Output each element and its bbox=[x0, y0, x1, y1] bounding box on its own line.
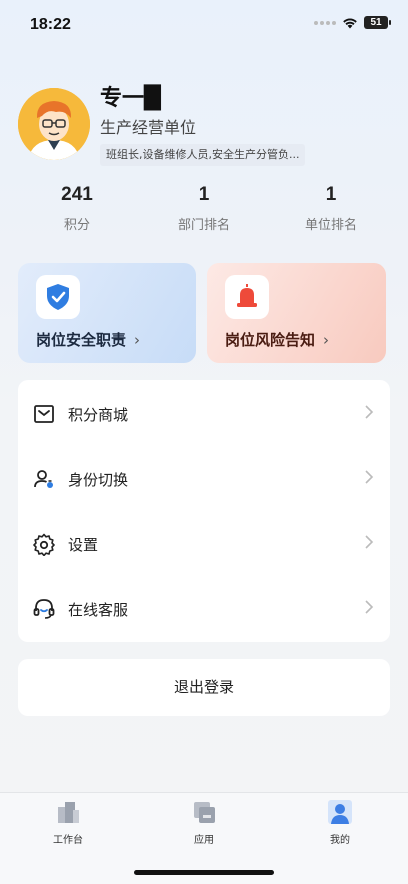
stat-value: 1 bbox=[325, 184, 337, 205]
menu-list: 积分商城 身份切换 设置 在线客服 bbox=[18, 380, 390, 642]
role-tags: 班组长,设备维修人员,安全生产分管负... bbox=[100, 144, 306, 166]
headset-icon bbox=[33, 599, 55, 619]
logout-button[interactable]: 退出登录 bbox=[18, 659, 390, 716]
stat-unit-rank[interactable]: 1 单位排名 bbox=[271, 180, 391, 233]
menu-item-label: 在线客服 bbox=[68, 601, 129, 619]
menu-item-customer-service[interactable]: 在线客服 bbox=[18, 577, 390, 642]
profile-icon bbox=[328, 800, 352, 824]
status-bar: 18:22 51 bbox=[0, 0, 408, 48]
tab-label: 我的 bbox=[330, 835, 350, 846]
chevron-right-icon bbox=[365, 405, 374, 419]
menu-item-label: 身份切换 bbox=[68, 471, 129, 489]
risk-notice-label: 岗位风险告知 › bbox=[225, 329, 329, 350]
stats-row: 241 积分 1 部门排名 1 单位排名 bbox=[0, 180, 408, 240]
stat-label: 单位排名 bbox=[304, 218, 357, 233]
chevron-right-icon bbox=[365, 535, 374, 549]
tab-label: 工作台 bbox=[53, 835, 83, 846]
safety-duty-card[interactable]: 岗位安全职责 › bbox=[18, 263, 196, 363]
tab-workbench[interactable]: 工作台 bbox=[28, 799, 108, 846]
organization-name: 生产经营单位 bbox=[100, 118, 197, 137]
user-switch-icon bbox=[34, 470, 53, 488]
menu-item-points-mall[interactable]: 积分商城 bbox=[18, 382, 390, 447]
battery-icon: 51 bbox=[364, 16, 391, 29]
menu-item-identity-switch[interactable]: 身份切换 bbox=[18, 447, 390, 512]
home-indicator bbox=[134, 870, 274, 875]
avatar[interactable] bbox=[18, 88, 90, 160]
tab-mine[interactable]: 我的 bbox=[300, 799, 380, 846]
safety-duty-label: 岗位安全职责 › bbox=[36, 329, 140, 350]
gear-icon bbox=[33, 533, 55, 556]
chevron-right-icon: › bbox=[134, 331, 141, 349]
status-icons: 51 bbox=[314, 16, 391, 29]
risk-notice-card[interactable]: 岗位风险告知 › bbox=[207, 263, 386, 363]
profile-header: 专一█ 生产经营单位 班组长,设备维修人员,安全生产分管负... bbox=[18, 80, 390, 170]
chevron-right-icon bbox=[365, 600, 374, 614]
chevron-right-icon bbox=[365, 470, 374, 484]
stat-department-rank[interactable]: 1 部门排名 bbox=[144, 180, 264, 233]
wifi-icon bbox=[343, 17, 357, 28]
shield-check-icon bbox=[36, 275, 80, 319]
apps-icon bbox=[194, 802, 215, 823]
workbench-icon bbox=[58, 802, 79, 823]
chevron-right-icon: › bbox=[323, 331, 330, 349]
menu-item-label: 设置 bbox=[68, 536, 99, 554]
mall-icon bbox=[34, 405, 54, 423]
stat-points[interactable]: 241 积分 bbox=[17, 180, 137, 233]
safety-duty-text: 岗位安全职责 bbox=[36, 331, 127, 349]
menu-item-settings[interactable]: 设置 bbox=[18, 512, 390, 577]
signal-icon bbox=[314, 20, 336, 25]
stat-value: 241 bbox=[61, 184, 93, 205]
stat-label: 积分 bbox=[63, 218, 90, 233]
user-name: 专一█ bbox=[100, 86, 161, 111]
avatar-illustration-icon bbox=[18, 88, 90, 160]
stat-value: 1 bbox=[198, 184, 210, 205]
status-time: 18:22 bbox=[30, 16, 71, 33]
stat-label: 部门排名 bbox=[177, 218, 230, 233]
menu-item-label: 积分商城 bbox=[68, 406, 129, 424]
risk-notice-text: 岗位风险告知 bbox=[225, 331, 316, 349]
tab-apps[interactable]: 应用 bbox=[164, 799, 244, 846]
tab-label: 应用 bbox=[194, 835, 214, 846]
alarm-bell-icon bbox=[225, 275, 269, 319]
